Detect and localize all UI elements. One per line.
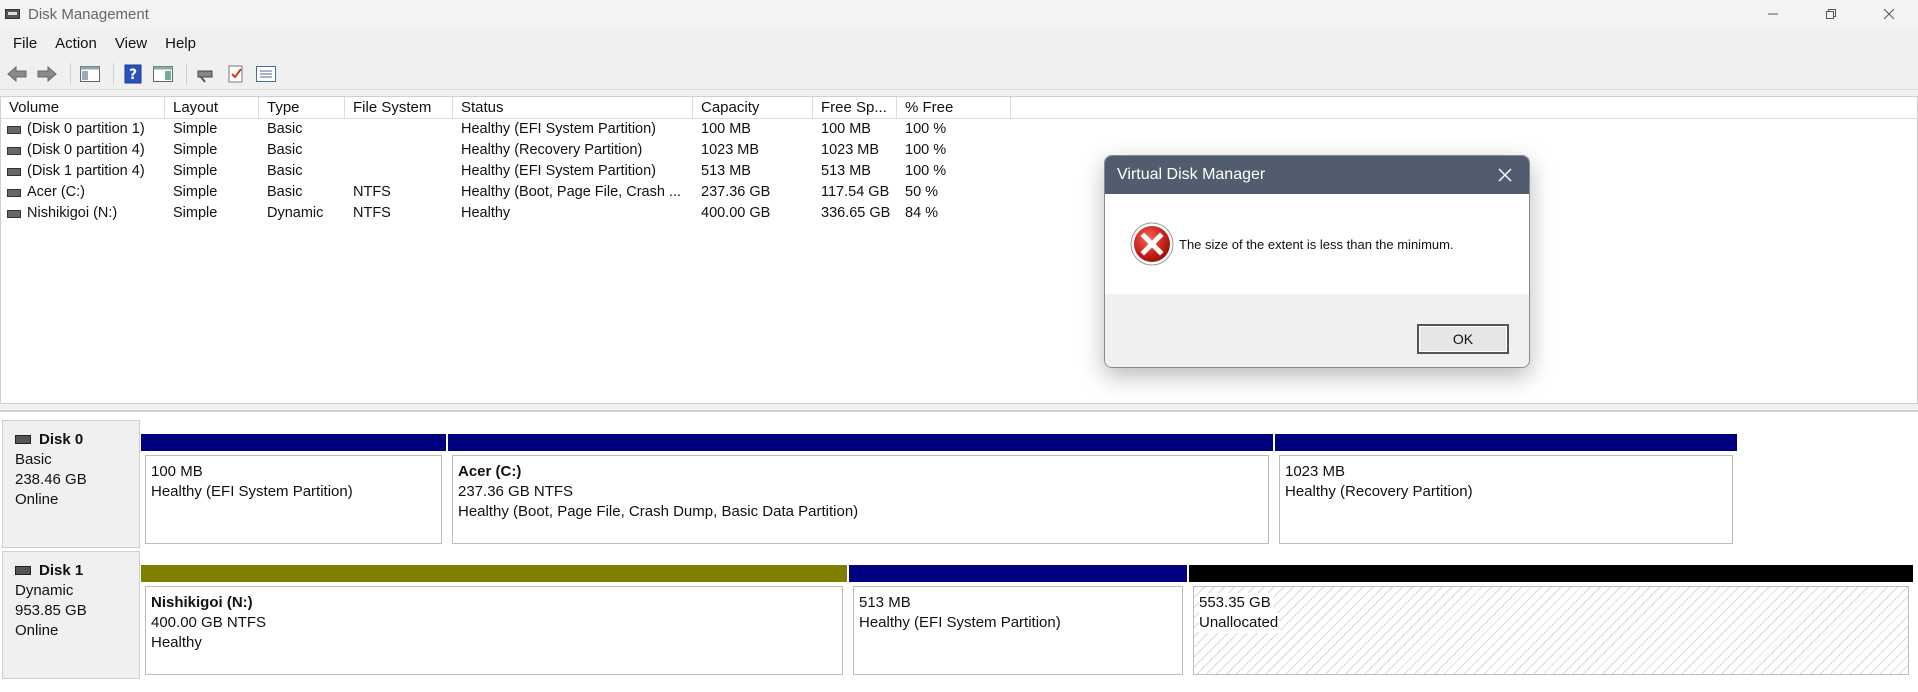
- menu-view[interactable]: View: [106, 35, 156, 52]
- menu-help[interactable]: Help: [156, 35, 205, 52]
- dialog-close-button[interactable]: [1491, 161, 1519, 189]
- toolbar: ?: [0, 58, 1918, 90]
- properties-list-button[interactable]: [253, 62, 279, 86]
- title-bar: Disk Management: [0, 0, 1918, 28]
- disk-1-label[interactable]: Disk 1 Dynamic 953.85 GB Online: [2, 551, 140, 679]
- volume-icon: [7, 125, 21, 134]
- minimize-icon: [1768, 13, 1778, 15]
- forward-button[interactable]: [34, 62, 60, 86]
- dialog-title: Virtual Disk Manager: [1117, 166, 1266, 183]
- minimize-button[interactable]: [1744, 0, 1802, 28]
- check-properties-button[interactable]: [223, 62, 249, 86]
- disk-key-icon: [197, 70, 213, 83]
- menu-bar: File Action View Help: [0, 30, 205, 56]
- partition-disk0-recovery[interactable]: 1023 MB Healthy (Recovery Partition): [1275, 434, 1737, 548]
- disk-icon: [15, 435, 31, 444]
- connect-virtual-disk-button[interactable]: [193, 62, 219, 86]
- partition-nishikigoi-n[interactable]: Nishikigoi (N:) 400.00 GB NTFS Healthy: [141, 565, 847, 679]
- action-pane-icon: [153, 65, 173, 82]
- back-arrow-icon: [7, 65, 27, 82]
- partition-disk1-efi[interactable]: 513 MB Healthy (EFI System Partition): [849, 565, 1187, 679]
- error-icon: [1130, 222, 1174, 266]
- table-row[interactable]: (Disk 0 partition 4) Simple Basic Health…: [1, 140, 1917, 161]
- volume-icon: [7, 167, 21, 176]
- show-hide-action-pane-button[interactable]: [150, 62, 176, 86]
- disk-graphical-pane: Disk 0 Basic 238.46 GB Online 100 MB Hea…: [0, 410, 1918, 692]
- dialog-title-bar: Virtual Disk Manager: [1105, 156, 1529, 194]
- disk-management-icon: [4, 6, 22, 22]
- col-file-system[interactable]: File System: [345, 97, 453, 119]
- volume-list[interactable]: Volume Layout Type File System Status Ca…: [0, 96, 1918, 404]
- disk-0-label[interactable]: Disk 0 Basic 238.46 GB Online: [2, 420, 140, 548]
- col-capacity[interactable]: Capacity: [693, 97, 813, 119]
- help-button[interactable]: ?: [120, 62, 146, 86]
- show-hide-console-tree-button[interactable]: [77, 62, 103, 86]
- disk-1-row: Disk 1 Dynamic 953.85 GB Online Nishikig…: [0, 551, 1916, 679]
- volume-icon: [7, 146, 21, 155]
- col-free-space[interactable]: Free Sp...: [813, 97, 897, 119]
- partition-acer-c[interactable]: Acer (C:) 237.36 GB NTFS Healthy (Boot, …: [448, 434, 1273, 548]
- close-icon: [1883, 8, 1895, 20]
- close-icon: [1498, 168, 1512, 182]
- restore-button[interactable]: [1802, 0, 1860, 28]
- back-button[interactable]: [4, 62, 30, 86]
- console-tree-icon: [80, 65, 100, 82]
- list-properties-icon: [256, 65, 276, 82]
- dialog-message: The size of the extent is less than the …: [1179, 236, 1454, 252]
- help-icon: ?: [124, 64, 142, 83]
- disk-icon: [15, 566, 31, 575]
- table-row[interactable]: (Disk 0 partition 1) Simple Basic Health…: [1, 119, 1917, 140]
- dialog-body: The size of the extent is less than the …: [1105, 194, 1529, 294]
- ok-button[interactable]: OK: [1417, 324, 1509, 354]
- partition-unallocated[interactable]: 553.35 GB Unallocated: [1189, 565, 1913, 679]
- col-percent-free[interactable]: % Free: [897, 97, 1011, 119]
- table-row[interactable]: Acer (C:) Simple Basic NTFS Healthy (Boo…: [1, 182, 1917, 203]
- table-row[interactable]: (Disk 1 partition 4) Simple Basic Health…: [1, 161, 1917, 182]
- svg-text:?: ?: [129, 67, 137, 83]
- menu-file[interactable]: File: [4, 35, 46, 52]
- checklist-icon: [228, 65, 243, 82]
- disk-0-row: Disk 0 Basic 238.46 GB Online 100 MB Hea…: [0, 420, 1742, 548]
- window-title: Disk Management: [28, 5, 149, 23]
- volume-icon: [7, 209, 21, 218]
- forward-arrow-icon: [37, 65, 57, 82]
- volume-icon: [7, 188, 21, 197]
- col-volume[interactable]: Volume: [1, 97, 165, 119]
- dialog-footer: OK: [1105, 294, 1529, 367]
- restore-icon: [1826, 9, 1836, 19]
- close-window-button[interactable]: [1860, 0, 1918, 28]
- partition-disk0-efi[interactable]: 100 MB Healthy (EFI System Partition): [141, 434, 446, 548]
- col-status[interactable]: Status: [453, 97, 693, 119]
- col-type[interactable]: Type: [259, 97, 345, 119]
- volume-list-header: Volume Layout Type File System Status Ca…: [1, 97, 1917, 119]
- menu-action[interactable]: Action: [46, 35, 106, 52]
- col-layout[interactable]: Layout: [165, 97, 259, 119]
- error-dialog: Virtual Disk Manager The size of the ext…: [1104, 155, 1530, 368]
- table-row[interactable]: Nishikigoi (N:) Simple Dynamic NTFS Heal…: [1, 203, 1917, 224]
